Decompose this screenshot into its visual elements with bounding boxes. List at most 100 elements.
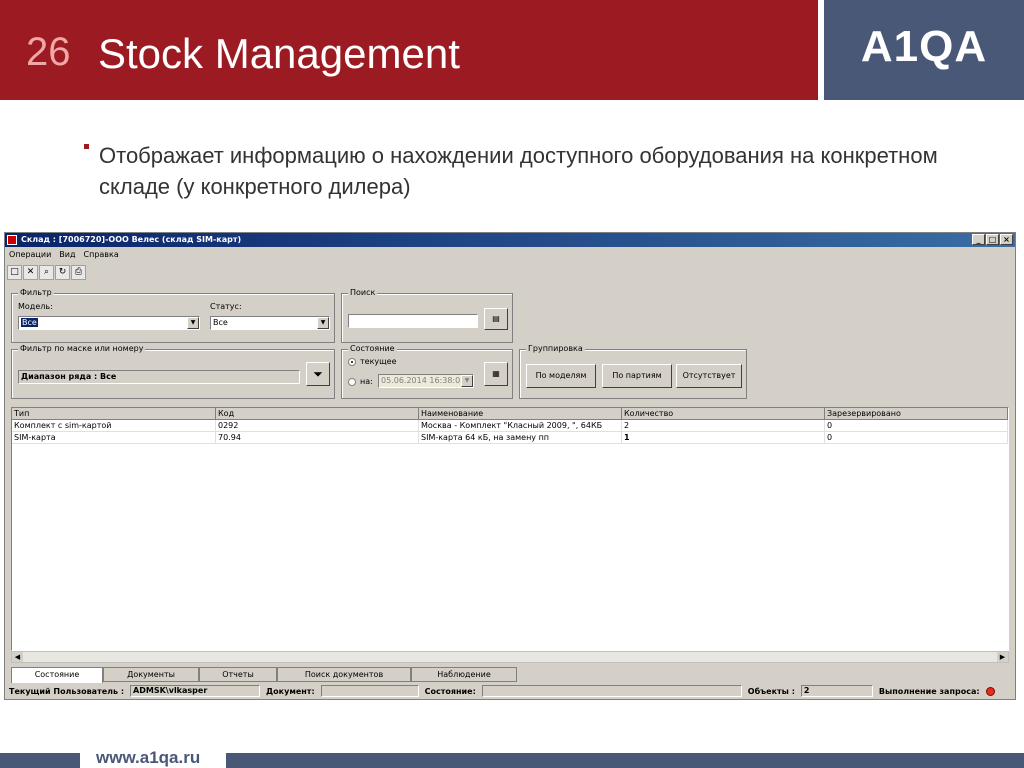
scroll-left-icon[interactable]: ◀ [12, 652, 23, 662]
maximize-button[interactable]: □ [986, 234, 999, 245]
chevron-down-icon[interactable]: ▼ [461, 375, 473, 387]
date-value: 05.06.2014 16:38:03 [381, 376, 466, 385]
query-status-icon [985, 686, 995, 696]
at-label: на: [360, 377, 373, 386]
tab-strip: Состояние Документы Отчеты Поиск докумен… [11, 667, 517, 683]
state-status-value [481, 685, 742, 697]
search-group: Поиск ▤ [341, 288, 513, 343]
group-by-models-button[interactable]: По моделям [526, 364, 596, 388]
slide-number: 26 [26, 30, 71, 74]
tab-state[interactable]: Состояние [11, 667, 103, 683]
calendar-icon: ▦ [492, 369, 500, 378]
user-value: ADMSK\vlkasper [130, 685, 261, 697]
cell-type: Комплект с sim-картой [12, 420, 216, 431]
print-icon[interactable]: ⎙ [71, 265, 86, 280]
footer-bar-right [226, 753, 1024, 768]
search-button[interactable]: ▤ [484, 308, 508, 330]
tab-documents[interactable]: Документы [103, 667, 199, 682]
cell-code: 70.94 [216, 432, 419, 443]
tab-monitoring[interactable]: Наблюдение [411, 667, 517, 682]
refresh-icon[interactable]: ↻ [55, 265, 70, 280]
new-icon[interactable]: □ [7, 265, 22, 280]
model-label: Модель: [18, 302, 53, 311]
minimize-button[interactable]: _ [972, 234, 985, 245]
find-icon[interactable]: ⌕ [39, 265, 54, 280]
app-icon [7, 235, 17, 245]
menubar: Операции Вид Справка [5, 248, 119, 262]
table-row[interactable]: SIM-карта 70.94 SIM-карта 64 кБ, на заме… [12, 432, 1008, 444]
funnel-icon: ⏷ [313, 367, 323, 381]
query-label: Выполнение запроса: [878, 686, 980, 696]
mask-filter-group: Фильтр по маске или номеру Диапазон ряда… [11, 344, 335, 399]
cell-quantity: 1 [622, 432, 825, 443]
search-input[interactable] [348, 314, 478, 328]
window-title: Склад : [7006720]-ООО Велес (склад SIM-к… [21, 235, 242, 244]
a1qa-logo: A1QA [860, 22, 988, 71]
table-header: Тип Код Наименование Количество Зарезерв… [12, 408, 1008, 420]
cell-reserved: 0 [825, 420, 1008, 431]
mask-filter-legend: Фильтр по маске или номеру [18, 344, 146, 353]
footer-url[interactable]: www.a1qa.ru [96, 748, 200, 768]
col-name[interactable]: Наименование [419, 408, 622, 420]
model-combo[interactable]: Все ▼ [18, 316, 200, 330]
model-value: Все [21, 318, 38, 327]
bullet-marker [84, 144, 89, 149]
delete-icon[interactable]: ✕ [23, 265, 38, 280]
state-group: Состояние текущее на: 05.06.2014 16:38:0… [341, 344, 513, 399]
objects-value: 2 [800, 685, 873, 697]
objects-label: Объекты : [747, 686, 795, 696]
status-combo[interactable]: Все ▼ [210, 316, 330, 330]
table-row[interactable]: Комплект с sim-картой 0292 Москва - Комп… [12, 420, 1008, 432]
menu-operations[interactable]: Операции [9, 248, 51, 262]
tab-search-documents[interactable]: Поиск документов [277, 667, 411, 682]
doc-label: Документ: [266, 686, 315, 696]
search-icon: ▤ [492, 314, 500, 323]
footer-bar-left [0, 753, 80, 768]
chevron-down-icon[interactable]: ▼ [317, 317, 329, 329]
chevron-down-icon[interactable]: ▼ [187, 317, 199, 329]
toolbar: □ ✕ ⌕ ↻ ⎙ [7, 265, 86, 281]
date-radio[interactable] [348, 378, 356, 386]
menu-view[interactable]: Вид [59, 248, 75, 262]
state-status-label: Состояние: [424, 686, 476, 696]
mask-filter-field[interactable]: Диапазон ряда : Все [18, 370, 300, 384]
grouping-group: Группировка По моделям По партиям Отсутс… [519, 344, 747, 399]
grouping-legend: Группировка [526, 344, 585, 353]
horizontal-scrollbar[interactable]: ◀ ▶ [11, 651, 1009, 663]
menu-help[interactable]: Справка [84, 248, 119, 262]
cell-type: SIM-карта [12, 432, 216, 443]
filter-legend: Фильтр [18, 288, 54, 297]
search-legend: Поиск [348, 288, 378, 297]
group-absent-button[interactable]: Отсутствует [676, 364, 742, 388]
col-code[interactable]: Код [216, 408, 419, 420]
cell-quantity: 2 [622, 420, 825, 431]
col-quantity[interactable]: Количество [622, 408, 825, 420]
apply-state-button[interactable]: ▦ [484, 362, 508, 386]
group-by-batches-button[interactable]: По партиям [602, 364, 672, 388]
col-reserved[interactable]: Зарезервировано [825, 408, 1008, 420]
cell-name: Москва - Комплект "Класный 2009, ", 64КБ [419, 420, 622, 431]
bullet-text: Отображает информацию о нахождении досту… [99, 143, 938, 199]
col-type[interactable]: Тип [12, 408, 216, 420]
window-titlebar[interactable]: Склад : [7006720]-ООО Велес (склад SIM-к… [5, 233, 1015, 247]
status-label: Статус: [210, 302, 242, 311]
filter-group: Фильтр Модель: Все ▼ Статус: Все ▼ [11, 288, 335, 343]
date-field[interactable]: 05.06.2014 16:38:03 ▼ [378, 374, 474, 388]
tab-reports[interactable]: Отчеты [199, 667, 277, 682]
status-value: Все [213, 318, 228, 327]
user-label: Текущий Пользователь : [9, 686, 125, 696]
stock-table: Тип Код Наименование Количество Зарезерв… [11, 407, 1009, 651]
slide-title: Stock Management [98, 30, 460, 77]
logo-box: A1QA [824, 0, 1024, 100]
cell-reserved: 0 [825, 432, 1008, 443]
filter-button[interactable]: ⏷ [306, 362, 330, 386]
state-legend: Состояние [348, 344, 397, 353]
cell-code: 0292 [216, 420, 419, 431]
scroll-right-icon[interactable]: ▶ [997, 652, 1008, 662]
stock-window: Склад : [7006720]-ООО Велес (склад SIM-к… [4, 232, 1016, 700]
statusbar: Текущий Пользователь : ADMSK\vlkasper До… [5, 684, 1015, 698]
close-button[interactable]: × [1000, 234, 1013, 245]
cell-name: SIM-карта 64 кБ, на замену пп [419, 432, 622, 443]
current-radio[interactable] [348, 358, 356, 366]
doc-value [320, 685, 419, 697]
